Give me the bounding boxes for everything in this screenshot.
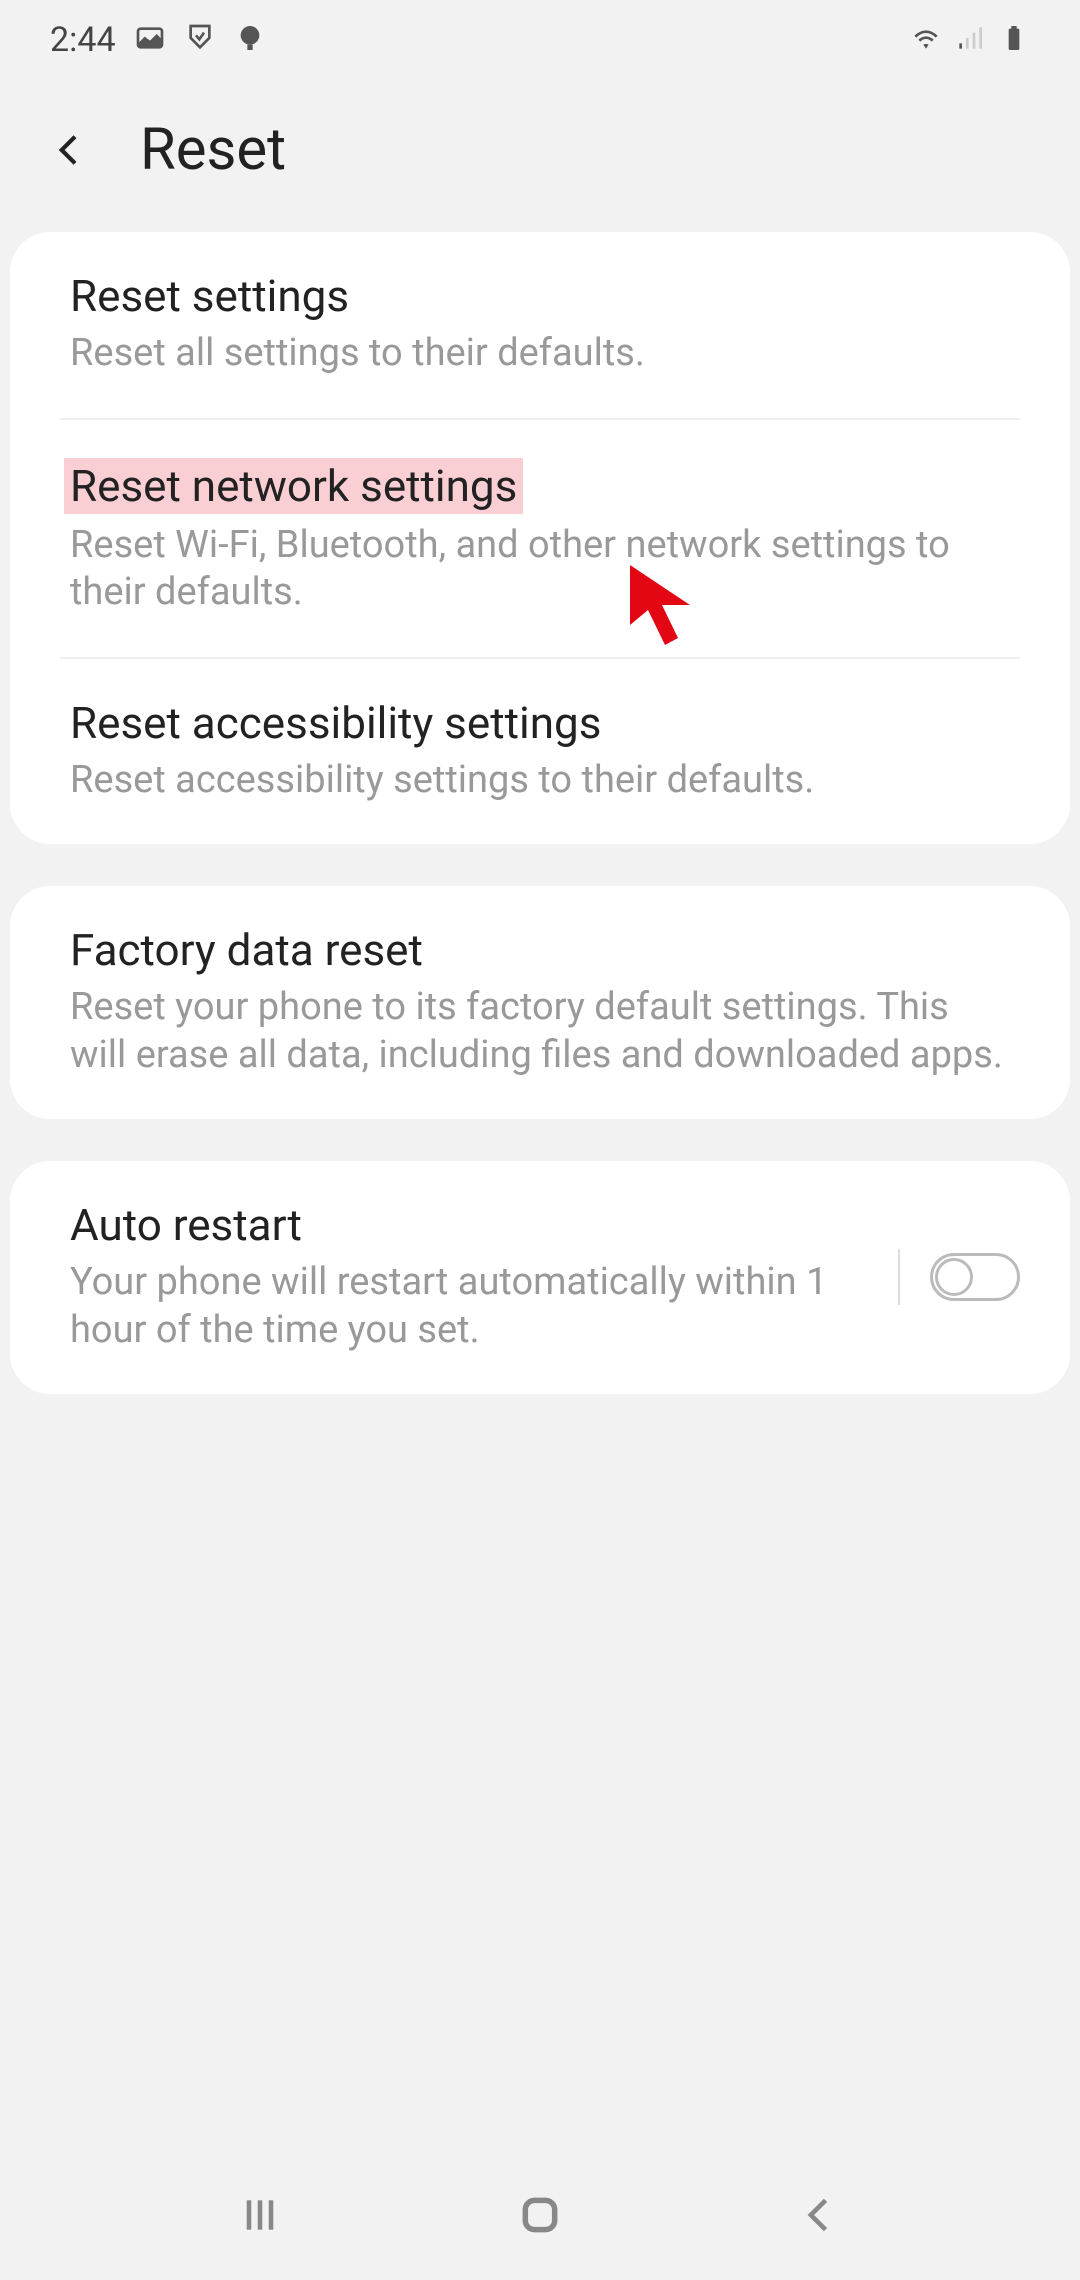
signal-icon: [954, 22, 986, 58]
nav-bar: [0, 2150, 1080, 2280]
status-time: 2:44: [50, 20, 116, 60]
divider: [898, 1249, 900, 1305]
battery-icon: [998, 22, 1030, 58]
factory-reset-card: Factory data reset Reset your phone to i…: [10, 886, 1070, 1119]
nav-back-button[interactable]: [795, 2190, 845, 2240]
item-desc: Reset accessibility settings to their de…: [70, 757, 1010, 805]
reset-accessibility-settings-item[interactable]: Reset accessibility settings Reset acces…: [10, 659, 1070, 845]
bulb-icon: [234, 22, 266, 58]
auto-restart-card: Auto restart Your phone will restart aut…: [10, 1161, 1070, 1394]
item-title: Reset settings: [70, 270, 349, 322]
back-button[interactable]: [50, 130, 90, 170]
auto-restart-item[interactable]: Auto restart Your phone will restart aut…: [10, 1161, 1070, 1394]
nav-home-button[interactable]: [515, 2190, 565, 2240]
item-title: Reset accessibility settings: [70, 697, 601, 749]
item-title: Auto restart: [70, 1199, 302, 1251]
reset-options-card: Reset settings Reset all settings to the…: [10, 232, 1070, 844]
factory-data-reset-item[interactable]: Factory data reset Reset your phone to i…: [10, 886, 1070, 1119]
auto-restart-toggle[interactable]: [930, 1253, 1020, 1301]
status-bar: 2:44: [0, 0, 1080, 80]
item-desc: Reset all settings to their defaults.: [70, 330, 1010, 378]
app-header: Reset: [0, 80, 1080, 220]
page-title: Reset: [140, 116, 286, 184]
item-desc: Your phone will restart automatically wi…: [70, 1259, 868, 1354]
item-desc: Reset Wi-Fi, Bluetooth, and other networ…: [70, 522, 1010, 617]
item-desc: Reset your phone to its factory default …: [70, 984, 1010, 1079]
item-title: Reset network settings: [64, 458, 523, 514]
reset-settings-item[interactable]: Reset settings Reset all settings to the…: [10, 232, 1070, 418]
picture-icon: [134, 22, 166, 58]
wifi-icon: [910, 22, 942, 58]
nav-recents-button[interactable]: [235, 2190, 285, 2240]
reset-network-settings-item[interactable]: Reset network settings Reset Wi-Fi, Blue…: [10, 420, 1070, 657]
checkmark-icon: [184, 22, 216, 58]
item-title: Factory data reset: [70, 924, 423, 976]
